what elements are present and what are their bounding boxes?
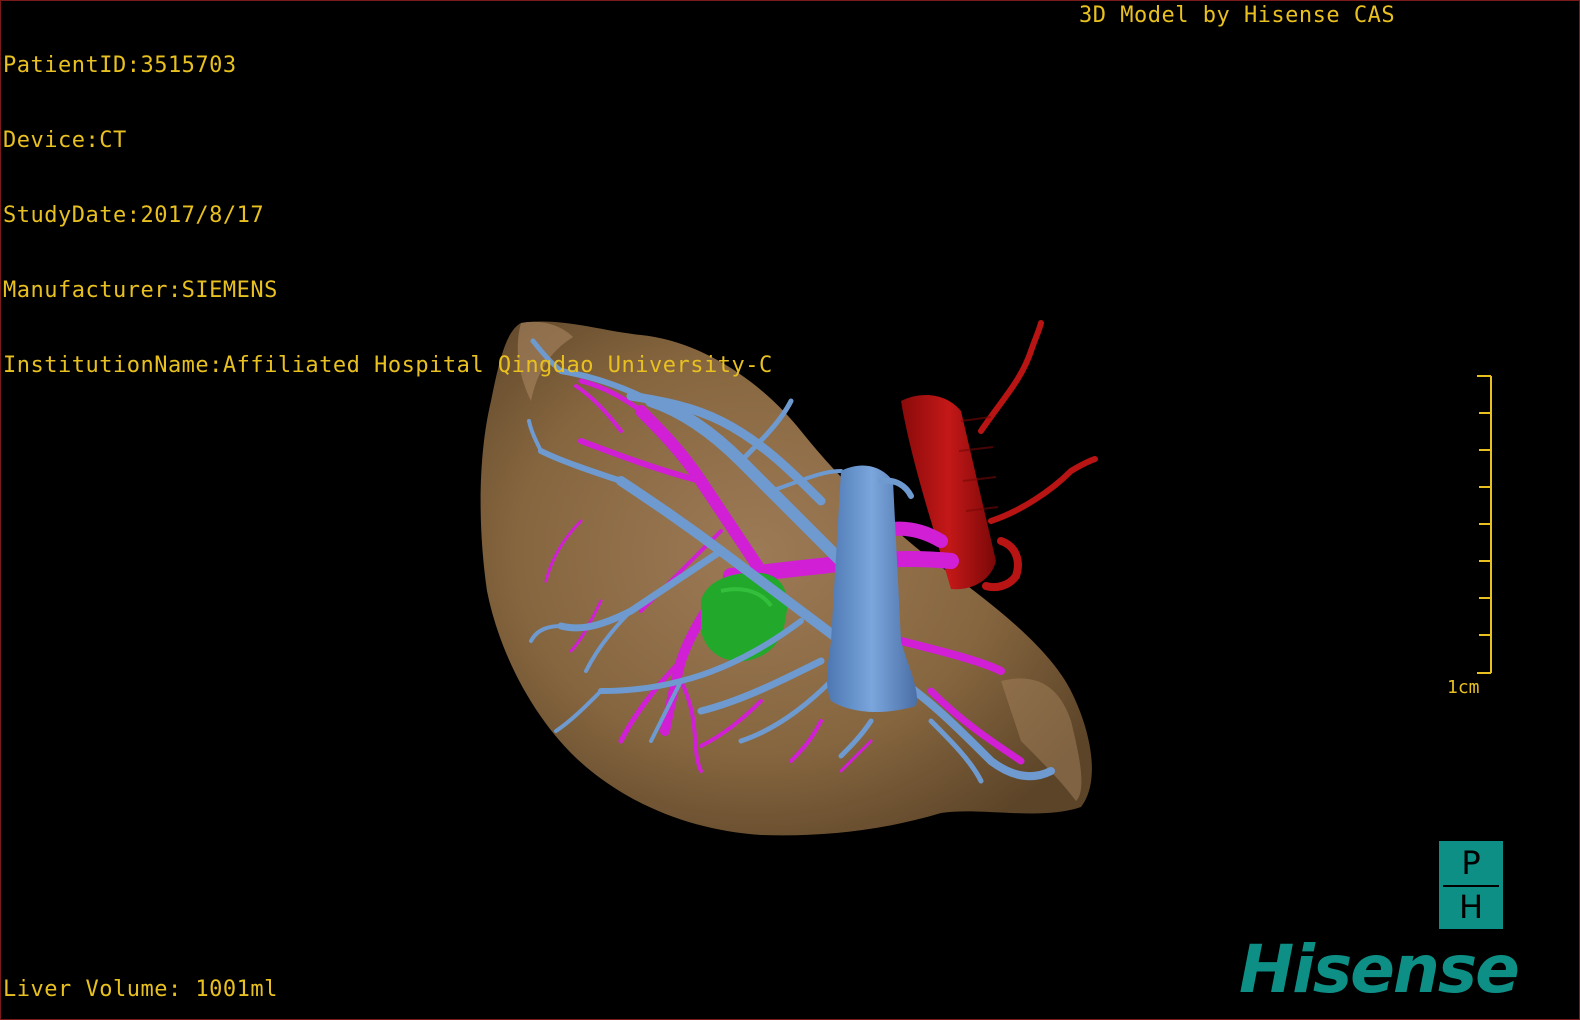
model-watermark: 3D Model by Hisense CAS [1079,3,1396,28]
scale-bar-icon [1477,375,1492,674]
ph-logo-letter-p: P [1461,844,1481,882]
3d-render-viewport[interactable]: PatientID:3515703 Device:CT StudyDate:20… [0,0,1580,1020]
institution-name-label: InstitutionName:Affiliated Hospital Qing… [3,353,773,378]
liver-volume-label: Liver Volume: 1001ml [3,977,278,1002]
patient-info-block: PatientID:3515703 Device:CT StudyDate:20… [3,3,773,428]
ph-logo-icon: P H [1439,841,1503,929]
manufacturer-label: Manufacturer:SIEMENS [3,278,278,303]
patient-id-label: PatientID:3515703 [3,53,237,78]
scale-label: 1cm [1447,677,1480,698]
hepatic-artery[interactable] [901,320,1098,592]
hisense-logo-icon: Hisense [1239,931,1520,1008]
device-label: Device:CT [3,128,127,153]
study-date-label: StudyDate:2017/8/17 [3,203,265,228]
ph-logo-letter-h: H [1458,888,1484,926]
